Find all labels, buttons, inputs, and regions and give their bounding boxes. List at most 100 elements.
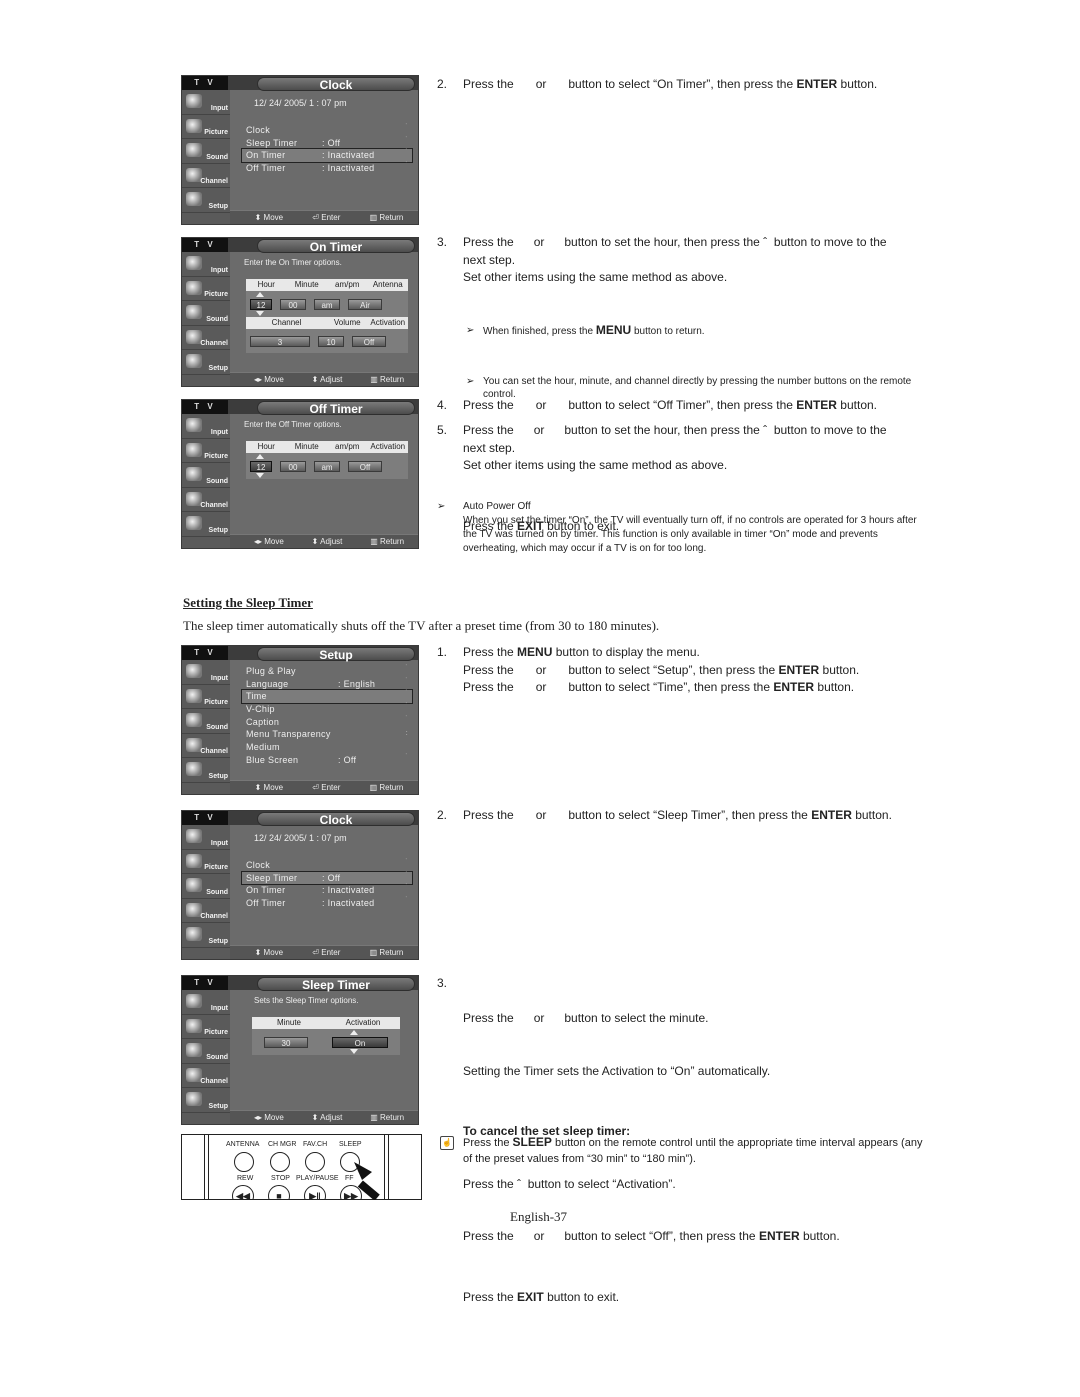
sidebar-item-sound[interactable]: Sound	[182, 874, 230, 899]
return-icon: ▥	[370, 1113, 378, 1122]
sidebar-item-picture[interactable]: Picture	[182, 685, 230, 709]
sidebar-item-sound[interactable]: Sound	[182, 463, 230, 488]
menu-item-caption[interactable]: Caption ˙	[242, 716, 412, 729]
clock-date: 12/ 24/ 2005/ 1 : 07 pm	[254, 98, 347, 108]
sidebar-item-channel[interactable]: Channel	[182, 326, 230, 350]
menu-item-plug-and-play[interactable]: Plug & Play ˙	[242, 665, 412, 678]
label-fav-ch: FAV.CH	[303, 1141, 328, 1148]
sidebar-item-picture[interactable]: Picture	[182, 1015, 230, 1039]
ampm-field[interactable]: am	[314, 298, 340, 310]
page-number: English-37	[510, 1209, 568, 1224]
label-sleep: SLEEP	[339, 1141, 362, 1148]
menu-item-language[interactable]: Language: English ˙	[242, 678, 412, 691]
fav-ch-button[interactable]	[305, 1152, 325, 1172]
menu-item-clock[interactable]: Clock ˙	[242, 859, 412, 872]
menu-item-medium[interactable]: Medium	[242, 741, 412, 754]
antenna-field[interactable]: Air	[348, 298, 382, 310]
auto-power-off-note: ➢ Auto Power Off When you set the timer “…	[437, 501, 917, 554]
osd-title: Setup	[257, 647, 415, 662]
channel-field[interactable]: 3	[250, 335, 310, 347]
sleep-timer-header-row: Minute Activation	[252, 1017, 400, 1029]
left-right-arrow-icon: ◂▸	[253, 1113, 262, 1122]
sidebar-item-channel[interactable]: Channel	[182, 164, 230, 188]
osd-content: Sets the Sleep Timer options. Minute Act…	[230, 990, 418, 1110]
minute-field[interactable]: 00	[280, 298, 306, 310]
footer-move: ⬍ Move	[254, 948, 284, 957]
menu-item-v-chip[interactable]: V-Chip ˙	[242, 703, 412, 716]
up-down-arrow-icon: ⬍	[254, 213, 262, 222]
menu-item-sleep-timer[interactable]: Sleep Timer: Off ˙	[241, 870, 413, 886]
osd-content: Plug & Play ˙ Language: English ˙ Time ˙ V-…	[230, 660, 418, 780]
footer-enter: ⏎ Enter	[312, 783, 341, 792]
sidebar-item-sound[interactable]: Sound	[182, 301, 230, 326]
sidebar-item-input[interactable]: Input	[182, 90, 230, 115]
setup-icon	[186, 192, 202, 206]
sidebar-item-setup[interactable]: Setup	[182, 1088, 230, 1113]
ampm-field[interactable]: am	[314, 460, 340, 472]
antenna-button[interactable]	[234, 1152, 254, 1172]
sidebar-item-setup[interactable]: Setup	[182, 188, 230, 213]
sidebar-item-setup[interactable]: Setup	[182, 758, 230, 783]
sidebar-item-channel[interactable]: Channel	[182, 899, 230, 923]
sidebar-item-input[interactable]: Input	[182, 252, 230, 277]
menu-item-sleep-timer[interactable]: Sleep Timer: Off ˙	[242, 137, 412, 150]
footer-move: ◂▸ Move	[253, 1113, 284, 1122]
minute-field[interactable]: 00	[280, 460, 306, 472]
sidebar-item-setup[interactable]: Setup	[182, 923, 230, 948]
osd-footer: ◂▸ Move ⬍ Adjust ▥ Return	[230, 1110, 418, 1124]
sidebar-item-picture[interactable]: Picture	[182, 850, 230, 874]
minute-field[interactable]: 30	[264, 1036, 308, 1048]
menu-item-clock[interactable]: Clock ˙	[242, 124, 412, 137]
play-pause-icon: ▶‖	[309, 1191, 321, 1200]
play-pause-button[interactable]: ▶‖	[304, 1185, 326, 1200]
header-channel: Channel	[271, 318, 302, 327]
sidebar-item-sound[interactable]: Sound	[182, 139, 230, 164]
up-arrow-icon	[350, 1030, 358, 1035]
hour-field[interactable]: 12	[250, 298, 272, 310]
stop-button[interactable]: ■	[268, 1185, 290, 1199]
on-timer-subtitle: Enter the On Timer options.	[244, 258, 342, 267]
input-icon	[186, 994, 202, 1008]
sidebar-item-sound[interactable]: Sound	[182, 1039, 230, 1064]
osd-content: Enter the On Timer options. Hour Minute …	[230, 252, 418, 372]
menu-item-blue-screen[interactable]: Blue Screen: Off ˙	[242, 754, 412, 767]
menu-item-off-timer[interactable]: Off Timer: Inactivated ˙	[242, 897, 412, 910]
osd-sidebar: Input Picture Sound Channel Setup	[182, 825, 230, 959]
activation-field[interactable]: Off	[348, 460, 382, 472]
input-icon	[186, 94, 202, 108]
sidebar-item-picture[interactable]: Picture	[182, 277, 230, 301]
section-heading-sleep-timer: Setting the Sleep Timer	[183, 595, 313, 610]
activation-field[interactable]: Off	[352, 335, 386, 347]
activation-field[interactable]: On	[332, 1036, 388, 1048]
sound-icon	[186, 1043, 202, 1057]
osd-off-timer: T V Off Timer Input Picture Sound Channe…	[181, 399, 419, 549]
menu-item-off-timer[interactable]: Off Timer: Inactivated ˙	[242, 162, 412, 175]
volume-field[interactable]: 10	[318, 335, 344, 347]
menu-item-on-timer[interactable]: On Timer: Inactivated ˙	[242, 884, 412, 897]
footer-return: ▥ Return	[369, 213, 404, 222]
sidebar-item-setup[interactable]: Setup	[182, 512, 230, 537]
label-ch-mgr: CH MGR	[268, 1141, 297, 1148]
sidebar-item-picture[interactable]: Picture	[182, 115, 230, 139]
sidebar-item-setup[interactable]: Setup	[182, 350, 230, 375]
sidebar-item-input[interactable]: Input	[182, 825, 230, 850]
up-down-arrow-icon: ⬍	[254, 783, 262, 792]
sidebar-item-input[interactable]: Input	[182, 660, 230, 685]
ch-mgr-button[interactable]	[270, 1152, 290, 1172]
on-timer-values-row-1: 12 00 am Air	[246, 291, 408, 317]
menu-item-time[interactable]: Time ˙	[241, 689, 413, 705]
menu-item-menu-transparency[interactable]: Menu Transparency:	[242, 728, 412, 741]
return-icon: ▥	[370, 537, 378, 546]
sidebar-item-channel[interactable]: Channel	[182, 734, 230, 758]
arrow-bullet-icon: ➢	[466, 324, 475, 336]
sidebar-item-input[interactable]: Input	[182, 414, 230, 439]
sidebar-item-channel[interactable]: Channel	[182, 488, 230, 512]
sidebar-item-input[interactable]: Input	[182, 990, 230, 1015]
hour-field[interactable]: 12	[250, 460, 272, 472]
off-timer-fields: Hour Minute am/pm Activation 12 00 am Of…	[246, 441, 408, 479]
sidebar-item-picture[interactable]: Picture	[182, 439, 230, 463]
sidebar-item-sound[interactable]: Sound	[182, 709, 230, 734]
rewind-button[interactable]: ◀◀	[232, 1185, 254, 1199]
sidebar-item-channel[interactable]: Channel	[182, 1064, 230, 1088]
menu-item-on-timer[interactable]: On Timer: Inactivated ˙	[241, 148, 413, 164]
